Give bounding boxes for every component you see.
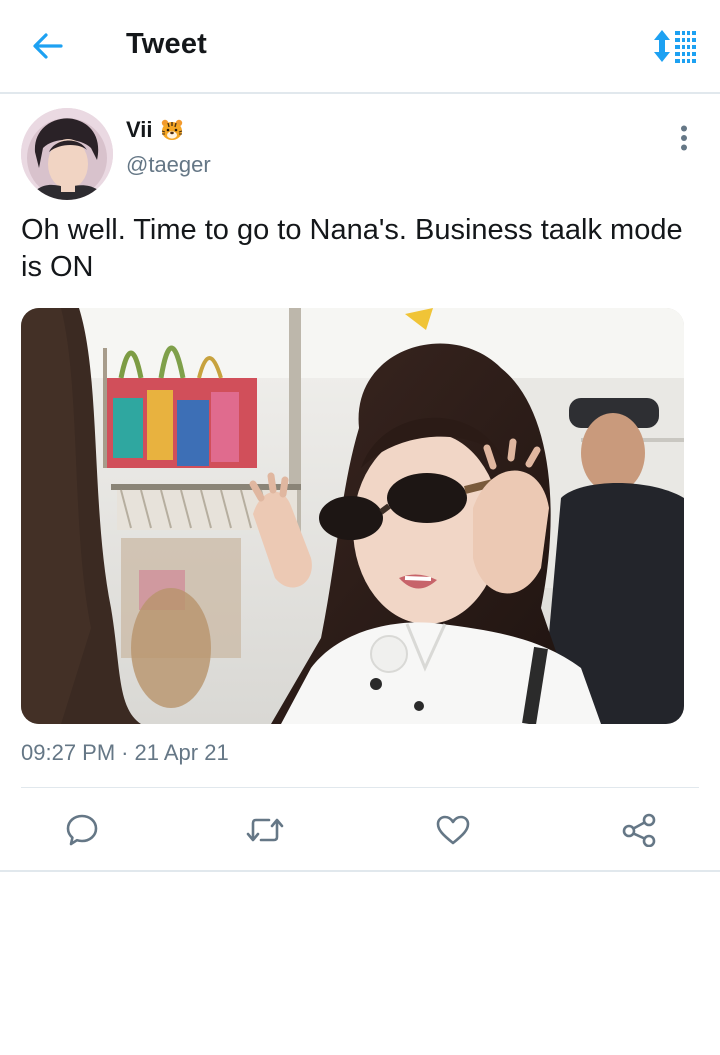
divider xyxy=(21,787,699,788)
photo-image xyxy=(21,308,684,724)
sort-button[interactable] xyxy=(648,22,704,70)
action-bar xyxy=(0,800,720,860)
tweet-timestamp: 09:27 PM · 21 Apr 21 xyxy=(21,740,229,766)
sort-arrows-list-icon xyxy=(654,30,696,63)
heart-icon xyxy=(436,815,470,845)
divider xyxy=(0,870,720,872)
retweet-button[interactable] xyxy=(240,806,290,854)
timestamp-separator: · xyxy=(121,740,129,765)
tweet-text: Oh well. Time to go to Nana's. Business … xyxy=(21,214,683,283)
share-icon xyxy=(622,813,656,847)
reply-button[interactable] xyxy=(57,806,107,854)
more-vertical-icon xyxy=(681,125,687,151)
top-bar: Tweet xyxy=(0,0,720,94)
tweet-date: 21 Apr 21 xyxy=(134,740,229,765)
author-name-row: Vii xyxy=(126,116,183,144)
more-options-button[interactable] xyxy=(664,118,704,158)
page-title: Tweet xyxy=(126,28,208,60)
retweet-icon xyxy=(246,818,284,842)
back-button[interactable] xyxy=(20,24,76,68)
arrow-left-icon xyxy=(33,33,63,59)
author-handle[interactable]: @taeger xyxy=(126,152,211,178)
tweet-photo[interactable] xyxy=(21,308,684,724)
tweet-time: 09:27 PM xyxy=(21,740,116,765)
author-name[interactable]: Vii xyxy=(126,117,153,143)
share-button[interactable] xyxy=(614,806,664,854)
avatar[interactable] xyxy=(21,108,113,200)
tiger-face-emoji-icon xyxy=(161,119,183,141)
avatar-image xyxy=(21,108,113,200)
like-button[interactable] xyxy=(428,806,478,854)
comment-icon xyxy=(66,814,98,846)
